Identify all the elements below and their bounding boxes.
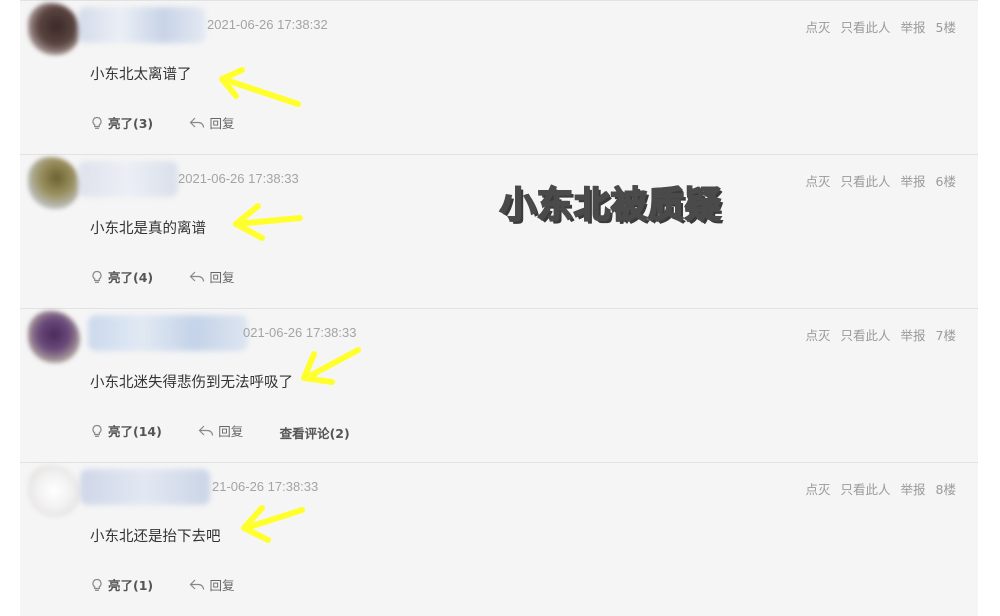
report-link[interactable]: 举报 bbox=[901, 174, 926, 189]
post-ops: 点灭 只看此人 举报 7楼 bbox=[796, 325, 957, 344]
reply-label: 回复 bbox=[209, 270, 235, 285]
post-ops: 点灭 只看此人 举报 8楼 bbox=[796, 479, 957, 498]
reply-icon bbox=[190, 579, 205, 590]
lightbulb-icon bbox=[92, 116, 102, 129]
like-button[interactable]: 亮了(4) bbox=[90, 267, 153, 286]
downvote-link[interactable]: 点灭 bbox=[806, 174, 831, 189]
reply-button[interactable]: 回复 bbox=[189, 267, 235, 286]
floor-number: 8楼 bbox=[935, 482, 956, 497]
comment-actions: 亮了(1) 回复 bbox=[90, 575, 267, 595]
username-blurred[interactable] bbox=[88, 315, 248, 351]
post-time: 2021-06-26 17:38:32 bbox=[207, 17, 328, 32]
overlay-caption: 小东北被质疑 bbox=[499, 184, 723, 227]
annotation-arrow-icon bbox=[301, 347, 361, 385]
like-button[interactable]: 亮了(3) bbox=[90, 113, 153, 132]
username-blurred[interactable] bbox=[80, 469, 210, 505]
reply-button[interactable]: 回复 bbox=[189, 113, 235, 132]
post-ops: 点灭 只看此人 举报 5楼 bbox=[796, 17, 957, 36]
like-count: 亮了(14) bbox=[108, 424, 162, 439]
report-link[interactable]: 举报 bbox=[901, 482, 926, 497]
post-time: 021-06-26 17:38:33 bbox=[243, 325, 357, 340]
avatar[interactable] bbox=[28, 465, 80, 517]
comment-actions: 亮了(3) 回复 bbox=[90, 113, 267, 133]
username-blurred[interactable] bbox=[78, 7, 206, 43]
comment-actions: 亮了(14) 回复 查看评论(2) bbox=[90, 421, 382, 442]
comment-item-6: 2021-06-26 17:38:33 点灭 只看此人 举报 6楼 小东北是真的离谱 … bbox=[20, 154, 978, 308]
comment-text: 小东北是真的离谱 bbox=[90, 221, 206, 237]
comment-text: 小东北还是抬下去吧 bbox=[90, 529, 221, 545]
reply-button[interactable]: 回复 bbox=[189, 575, 235, 594]
username-blurred[interactable] bbox=[78, 161, 178, 197]
view-comments-link[interactable]: 查看评论(2) bbox=[280, 423, 350, 442]
floor-number: 5楼 bbox=[935, 20, 956, 35]
downvote-link[interactable]: 点灭 bbox=[806, 20, 831, 35]
downvote-link[interactable]: 点灭 bbox=[806, 328, 831, 343]
annotation-arrow-icon bbox=[241, 505, 305, 543]
only-this-user-link[interactable]: 只看此人 bbox=[841, 482, 891, 497]
post-ops: 点灭 只看此人 举报 6楼 bbox=[796, 171, 957, 190]
reply-label: 回复 bbox=[209, 578, 235, 593]
comment-text: 小东北太离谱了 bbox=[90, 67, 192, 83]
annotation-arrow-icon bbox=[219, 67, 301, 107]
downvote-link[interactable]: 点灭 bbox=[806, 482, 831, 497]
reply-icon bbox=[198, 425, 214, 436]
avatar[interactable] bbox=[28, 157, 80, 209]
comment-text: 小东北迷失得悲伤到无法呼吸了 bbox=[90, 375, 293, 391]
annotation-arrow-icon bbox=[233, 203, 303, 241]
reply-label: 回复 bbox=[209, 116, 235, 131]
like-button[interactable]: 亮了(1) bbox=[90, 575, 153, 594]
avatar[interactable] bbox=[28, 311, 80, 363]
reply-icon bbox=[190, 117, 205, 128]
lightbulb-icon bbox=[92, 424, 102, 437]
like-count: 亮了(4) bbox=[108, 270, 154, 285]
reply-label: 回复 bbox=[218, 424, 244, 439]
report-link[interactable]: 举报 bbox=[901, 20, 926, 35]
post-time: 21-06-26 17:38:33 bbox=[212, 479, 319, 494]
only-this-user-link[interactable]: 只看此人 bbox=[841, 174, 891, 189]
reply-icon bbox=[190, 271, 205, 282]
only-this-user-link[interactable]: 只看此人 bbox=[841, 328, 891, 343]
comment-item-7: 021-06-26 17:38:33 点灭 只看此人 举报 7楼 小东北迷失得悲伤到无… bbox=[20, 308, 978, 462]
lightbulb-icon bbox=[92, 578, 102, 591]
like-count: 亮了(1) bbox=[108, 578, 154, 593]
floor-number: 6楼 bbox=[935, 174, 956, 189]
avatar[interactable] bbox=[28, 3, 80, 55]
comment-item-5: 2021-06-26 17:38:32 点灭 只看此人 举报 5楼 小东北太离谱了 亮… bbox=[20, 0, 978, 154]
only-this-user-link[interactable]: 只看此人 bbox=[841, 20, 891, 35]
post-time: 2021-06-26 17:38:33 bbox=[178, 171, 299, 186]
floor-number: 7楼 bbox=[935, 328, 956, 343]
reply-button[interactable]: 回复 bbox=[198, 421, 243, 440]
like-button[interactable]: 亮了(14) bbox=[90, 421, 162, 440]
like-count: 亮了(3) bbox=[108, 116, 154, 131]
report-link[interactable]: 举报 bbox=[901, 328, 926, 343]
lightbulb-icon bbox=[92, 270, 102, 283]
comment-item-8: 21-06-26 17:38:33 点灭 只看此人 举报 8楼 小东北还是抬下去吧 亮… bbox=[20, 462, 978, 616]
comment-actions: 亮了(4) 回复 bbox=[90, 267, 267, 287]
